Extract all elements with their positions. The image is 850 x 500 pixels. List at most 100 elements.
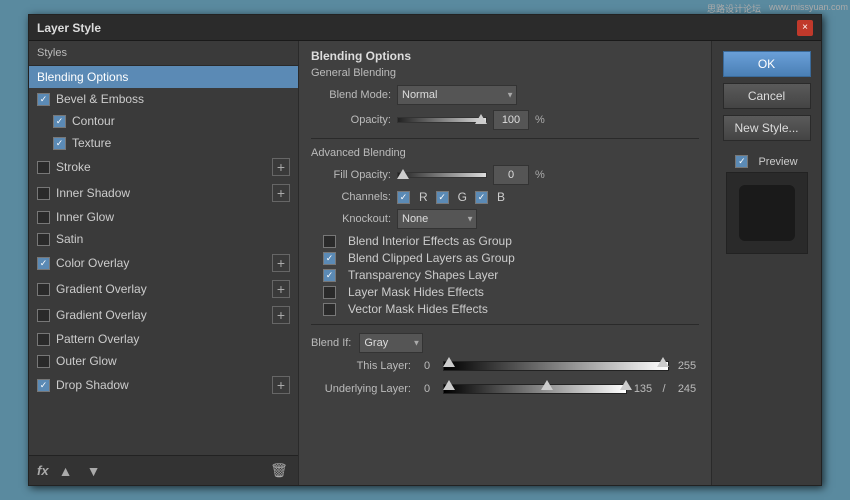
channels-checkboxes: R G B: [397, 190, 505, 204]
outer-glow-checkbox[interactable]: [37, 355, 50, 368]
fill-opacity-slider-track: [397, 172, 487, 178]
sidebar-item-label: Stroke: [56, 160, 91, 174]
channel-r-checkbox[interactable]: [397, 191, 410, 204]
gradient-overlay-2-checkbox[interactable]: [37, 309, 50, 322]
sidebar-item-inner-shadow[interactable]: Inner Shadow +: [29, 180, 298, 206]
layer-effects-checkbox[interactable]: [323, 286, 336, 299]
blend-mode-select[interactable]: Normal Dissolve Multiply Screen Overlay: [397, 85, 517, 105]
fx-trash-button[interactable]: 🗑: [268, 460, 290, 482]
sidebar-item-outer-glow[interactable]: Outer Glow: [29, 350, 298, 372]
blend-interior-group-checkbox[interactable]: [323, 235, 336, 248]
color-overlay-checkbox[interactable]: [37, 257, 50, 270]
cancel-button[interactable]: Cancel: [723, 83, 811, 109]
blend-mode-row: Blend Mode: Normal Dissolve Multiply Scr…: [311, 85, 699, 105]
preview-label: Preview: [758, 156, 797, 168]
sidebar-item-label: Inner Glow: [56, 210, 114, 224]
drop-shadow-checkbox[interactable]: [37, 379, 50, 392]
blend-mode-select-wrapper: Normal Dissolve Multiply Screen Overlay: [397, 85, 517, 105]
channel-b-checkbox[interactable]: [475, 191, 488, 204]
blend-clipped-layers-row: Blend Clipped Layers as Group: [319, 251, 699, 265]
inner-shadow-add-button[interactable]: +: [272, 184, 290, 202]
inner-shadow-checkbox[interactable]: [37, 187, 50, 200]
preview-canvas: [726, 172, 808, 254]
channel-r-item: R: [397, 190, 428, 204]
advanced-checkboxes: Blend Interior Effects as Group Blend Cl…: [311, 234, 699, 316]
underlying-layer-slider-container[interactable]: [443, 380, 627, 398]
knockout-label: Knockout:: [311, 213, 391, 225]
opacity-slider-handle[interactable]: [475, 114, 487, 124]
bevel-emboss-checkbox[interactable]: [37, 93, 50, 106]
transparency-shapes-checkbox[interactable]: [323, 269, 336, 282]
fx-down-button[interactable]: ▼: [83, 460, 105, 482]
underlying-layer-handle-mid-right[interactable]: [620, 380, 632, 390]
sidebar-item-color-overlay[interactable]: Color Overlay +: [29, 250, 298, 276]
texture-checkbox[interactable]: [53, 137, 66, 150]
opacity-input[interactable]: 100: [493, 110, 529, 130]
opacity-row: Opacity: 100 %: [311, 110, 699, 130]
sidebar-item-contour[interactable]: Contour: [29, 110, 298, 132]
sidebar-item-drop-shadow[interactable]: Drop Shadow +: [29, 372, 298, 398]
preview-section: Preview: [720, 155, 813, 254]
satin-checkbox[interactable]: [37, 233, 50, 246]
fx-up-button[interactable]: ▲: [55, 460, 77, 482]
underlying-layer-mid: 135: [633, 383, 653, 395]
this-layer-max: 255: [675, 360, 699, 372]
blend-clipped-layers-label: Blend Clipped Layers as Group: [348, 251, 515, 265]
blend-mode-label: Blend Mode:: [311, 89, 391, 101]
sidebar-item-pattern-overlay[interactable]: Pattern Overlay: [29, 328, 298, 350]
divider-1: [311, 138, 699, 139]
this-layer-row: This Layer: 0 255: [311, 357, 699, 375]
preview-checkbox[interactable]: [735, 155, 748, 168]
sidebar-item-texture[interactable]: Texture: [29, 132, 298, 154]
knockout-select[interactable]: None Shallow Deep: [397, 209, 477, 229]
fill-opacity-slider-handle[interactable]: [397, 169, 409, 179]
channel-r-label: R: [419, 190, 428, 204]
this-layer-label: This Layer:: [311, 360, 411, 372]
sidebar-item-satin[interactable]: Satin: [29, 228, 298, 250]
underlying-layer-row: Underlying Layer: 0 135 / 245: [311, 380, 699, 398]
sidebar-item-stroke[interactable]: Stroke +: [29, 154, 298, 180]
this-layer-handle-left[interactable]: [443, 357, 455, 367]
dialog-body: Styles Blending Options Bevel & Emboss C…: [29, 41, 821, 485]
ok-button[interactable]: OK: [723, 51, 811, 77]
pattern-overlay-checkbox[interactable]: [37, 333, 50, 346]
close-button[interactable]: ×: [797, 20, 813, 36]
stroke-add-button[interactable]: +: [272, 158, 290, 176]
dialog-title: Layer Style: [37, 21, 101, 35]
sidebar-item-blending-options[interactable]: Blending Options: [29, 66, 298, 88]
fill-opacity-slider-container[interactable]: [397, 168, 487, 182]
channel-g-label: G: [458, 190, 467, 204]
channel-g-checkbox[interactable]: [436, 191, 449, 204]
fill-opacity-unit: %: [535, 169, 545, 181]
drop-shadow-add-button[interactable]: +: [272, 376, 290, 394]
title-bar: Layer Style ×: [29, 15, 821, 41]
middle-panel: Blending Options General Blending Blend …: [299, 41, 711, 485]
contour-checkbox[interactable]: [53, 115, 66, 128]
underlying-layer-handle-mid-left[interactable]: [541, 380, 553, 390]
fill-opacity-input[interactable]: 0: [493, 165, 529, 185]
opacity-unit: %: [535, 114, 545, 126]
gradient-overlay-1-checkbox[interactable]: [37, 283, 50, 296]
underlying-layer-handle-left[interactable]: [443, 380, 455, 390]
layer-effects-label: Layer Mask Hides Effects: [348, 285, 484, 299]
this-layer-handle-right[interactable]: [657, 357, 669, 367]
color-overlay-add-button[interactable]: +: [272, 254, 290, 272]
blend-clipped-layers-checkbox[interactable]: [323, 252, 336, 265]
gradient-overlay-1-add-button[interactable]: +: [272, 280, 290, 298]
sidebar-item-bevel-emboss[interactable]: Bevel & Emboss: [29, 88, 298, 110]
blend-if-select[interactable]: Gray Red Green Blue: [359, 333, 423, 353]
opacity-slider-container[interactable]: [397, 113, 487, 127]
advanced-blending-title: Advanced Blending: [311, 147, 699, 159]
this-layer-slider-container[interactable]: [443, 357, 669, 375]
sidebar-item-inner-glow[interactable]: Inner Glow: [29, 206, 298, 228]
blend-if-row: Blend If: Gray Red Green Blue: [311, 333, 699, 353]
stroke-checkbox[interactable]: [37, 161, 50, 174]
vector-mask-checkbox[interactable]: [323, 303, 336, 316]
blend-interior-group-row: Blend Interior Effects as Group: [319, 234, 699, 248]
new-style-button[interactable]: New Style...: [723, 115, 811, 141]
gradient-overlay-2-add-button[interactable]: +: [272, 306, 290, 324]
inner-glow-checkbox[interactable]: [37, 211, 50, 224]
styles-header: Styles: [29, 41, 298, 66]
sidebar-item-gradient-overlay-1[interactable]: Gradient Overlay +: [29, 276, 298, 302]
sidebar-item-gradient-overlay-2[interactable]: Gradient Overlay +: [29, 302, 298, 328]
